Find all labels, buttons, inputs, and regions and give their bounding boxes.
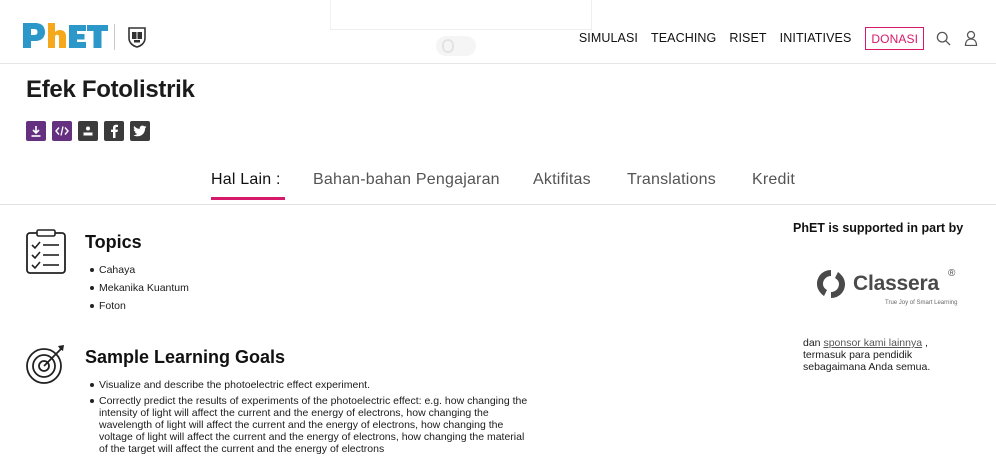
goals-list: Visualize and describe the photoelectric… <box>89 379 529 459</box>
nav-riset[interactable]: RISET <box>729 31 766 45</box>
classera-sponsor-logo[interactable]: Classera ® True Joy of Smart Learning <box>813 262 963 314</box>
tab-hal-lain[interactable]: Hal Lain : <box>211 171 281 189</box>
facebook-icon[interactable] <box>104 121 124 141</box>
goals-title: Sample Learning Goals <box>85 347 286 367</box>
list-item: Foton <box>89 297 189 315</box>
topics-list: Cahaya Mekanika Kuantum Foton <box>89 261 189 315</box>
page-title: Efek Fotolistrik <box>26 76 195 103</box>
phet-logo[interactable] <box>21 20 109 50</box>
nav-teaching[interactable]: TEACHING <box>651 31 716 45</box>
cu-boulder-logo-icon[interactable] <box>126 26 148 48</box>
checklist-icon <box>25 229 69 280</box>
list-item: Mekanika Kuantum <box>89 279 189 297</box>
download-icon[interactable] <box>26 121 46 141</box>
sponsors-link[interactable]: sponsor kami lainnya <box>823 337 922 349</box>
phet-logo-icon <box>23 23 108 48</box>
sponsor-name: Classera <box>853 272 939 295</box>
power-icon <box>436 36 476 56</box>
nav-initiatives[interactable]: INITIATIVES <box>780 31 852 45</box>
share-toolbar <box>26 121 150 141</box>
donate-button[interactable]: DONASI <box>865 26 924 50</box>
sponsor-text: dan sponsor kami lainnya , termasuk para… <box>803 337 973 373</box>
twitter-icon[interactable] <box>130 121 150 141</box>
sponsor-tagline: True Joy of Smart Learning <box>885 300 958 306</box>
site-header: SIMULASI TEACHING RISET INITIATIVES DONA… <box>0 0 996 64</box>
tab-aktifitas[interactable]: Aktifitas <box>533 171 591 189</box>
sponsor-text-before: dan <box>803 337 824 349</box>
embed-icon[interactable] <box>52 121 72 141</box>
share-icon[interactable] <box>78 121 98 141</box>
nav-simulasi[interactable]: SIMULASI <box>579 31 638 45</box>
registered-mark: ® <box>948 268 956 279</box>
list-item: Correctly predict the results of experim… <box>89 395 529 455</box>
active-tab-indicator <box>211 197 285 200</box>
logo-divider <box>114 24 115 50</box>
content-tabs: Hal Lain : Bahan-bahan Pengajaran Aktifi… <box>0 168 996 200</box>
main-nav: SIMULASI TEACHING RISET INITIATIVES DONA… <box>579 26 980 50</box>
list-item: Visualize and describe the photoelectric… <box>89 379 529 391</box>
target-icon <box>25 343 69 392</box>
user-icon[interactable] <box>962 29 980 47</box>
tab-kredit[interactable]: Kredit <box>752 171 795 189</box>
list-item: Cahaya <box>89 261 189 279</box>
sponsor-heading: PhET is supported in part by <box>793 221 964 235</box>
topics-title: Topics <box>85 232 142 252</box>
search-icon[interactable] <box>934 29 952 47</box>
tabs-divider <box>0 204 996 205</box>
classera-logo-icon <box>817 270 845 298</box>
background-banner-ghost <box>330 0 592 30</box>
tab-bahan-pengajaran[interactable]: Bahan-bahan Pengajaran <box>313 171 500 189</box>
tab-translations[interactable]: Translations <box>627 171 716 189</box>
